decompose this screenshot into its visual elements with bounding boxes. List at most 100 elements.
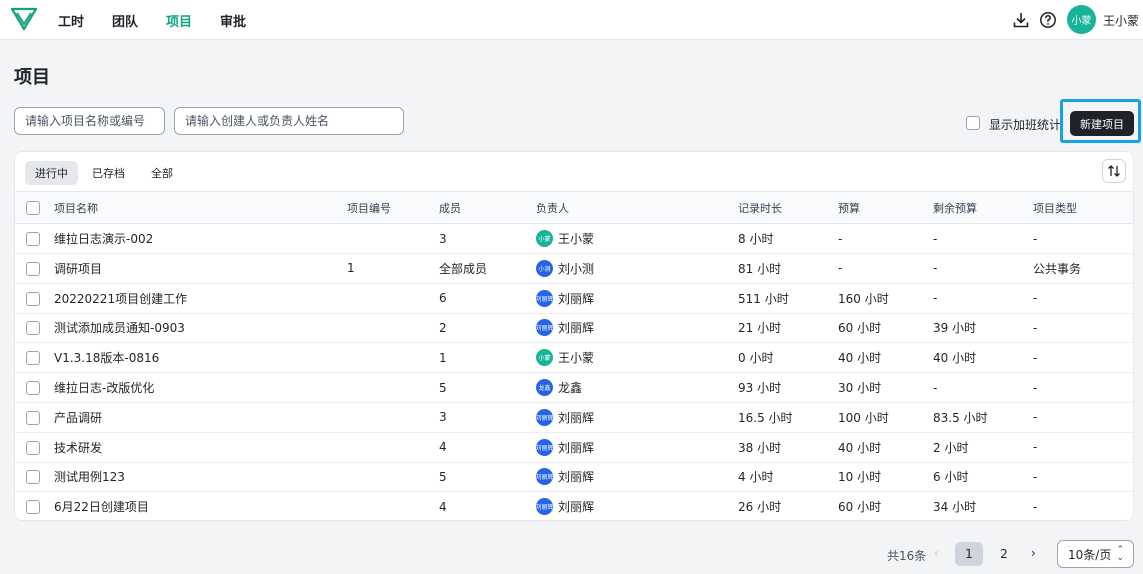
project-name[interactable]: 技术研发 — [54, 433, 102, 462]
project-type: - — [1033, 291, 1038, 306]
owner-name: 刘丽辉 — [558, 291, 595, 306]
col-header-type[interactable]: 项目类型 — [1033, 192, 1077, 223]
row-checkbox[interactable] — [26, 440, 40, 455]
nav-item-timesheet[interactable]: 工时 — [58, 11, 84, 30]
row-checkbox[interactable] — [26, 381, 40, 395]
row-checkbox[interactable] — [26, 261, 40, 276]
project-name[interactable]: 测试用例123 — [54, 462, 125, 491]
tab-archived[interactable]: 已存档 — [86, 161, 131, 185]
project-budget: 30 小时 — [838, 381, 882, 395]
table-header: 项目名称 项目编号 成员 负责人 记录时长 预算 剩余预算 项目类型 — [15, 191, 1133, 224]
table-row[interactable]: 测试添加成员通知-0903 2 刘丽辉 刘丽辉 21 小时 60 小时 39 小时 - — [15, 313, 1133, 344]
table-row[interactable]: 测试用例123 5 刘丽辉 刘丽辉 4 小时 10 小时 6 小时 - — [15, 462, 1133, 493]
project-budget: 160 小时 — [838, 291, 889, 306]
download-icon[interactable] — [1012, 11, 1030, 29]
project-name[interactable]: 产品调研 — [54, 403, 102, 432]
overtime-checkbox[interactable] — [966, 116, 980, 130]
col-header-remaining[interactable]: 剩余预算 — [933, 192, 977, 223]
table-row[interactable]: 维拉日志-改版优化 5 龙鑫 龙鑫 93 小时 30 小时 - - — [15, 373, 1133, 403]
project-members: 4 — [439, 440, 447, 455]
row-checkbox[interactable] — [26, 232, 40, 246]
project-name[interactable]: V1.3.18版本-0816 — [54, 343, 159, 372]
project-duration: 81 小时 — [738, 261, 782, 276]
project-type: - — [1033, 440, 1038, 455]
project-remaining: 2 小时 — [933, 440, 969, 455]
owner-avatar: 小蒙 — [536, 349, 553, 367]
project-name[interactable]: 调研项目 — [54, 254, 102, 283]
project-remaining: 83.5 小时 — [933, 410, 988, 425]
row-checkbox[interactable] — [26, 410, 40, 425]
table-row[interactable]: 6月22日创建项目 4 刘丽辉 刘丽辉 26 小时 60 小时 34 小时 - — [15, 492, 1133, 520]
user-avatar[interactable]: 小蒙 — [1067, 5, 1096, 34]
row-checkbox[interactable] — [26, 351, 40, 366]
user-name[interactable]: 王小蒙 — [1103, 12, 1139, 29]
app-logo-icon[interactable] — [11, 7, 37, 31]
project-duration: 16.5 小时 — [738, 410, 793, 425]
project-owner: 小蒙 王小蒙 — [536, 224, 594, 253]
row-checkbox[interactable] — [26, 291, 40, 306]
row-checkbox[interactable] — [26, 321, 40, 336]
col-header-name[interactable]: 项目名称 — [54, 192, 98, 223]
table-row[interactable]: 产品调研 3 刘丽辉 刘丽辉 16.5 小时 100 小时 83.5 小时 - — [15, 403, 1133, 433]
row-checkbox[interactable] — [26, 470, 40, 485]
owner-avatar: 刘丽辉 — [536, 289, 553, 307]
page-button-1[interactable]: 1 — [955, 542, 983, 566]
table-row[interactable]: 20220221项目创建工作 6 刘丽辉 刘丽辉 511 小时 160 小时 - - — [15, 284, 1133, 314]
table-row[interactable]: V1.3.18版本-0816 1 小蒙 王小蒙 0 小时 40 小时 40 小时 - — [15, 343, 1133, 374]
nav-item-approval[interactable]: 审批 — [220, 11, 246, 30]
project-type: - — [1033, 231, 1038, 246]
tab-all[interactable]: 全部 — [143, 161, 181, 185]
project-type: - — [1033, 380, 1038, 395]
nav-item-team[interactable]: 团队 — [112, 11, 138, 30]
prev-page-icon[interactable]: ‹ — [934, 546, 939, 560]
table-row[interactable]: 维拉日志演示-002 3 小蒙 王小蒙 8 小时 - - - — [15, 224, 1133, 254]
project-members: 5 — [439, 469, 447, 484]
select-all-checkbox[interactable] — [26, 201, 40, 215]
table-row[interactable]: 技术研发 4 刘丽辉 刘丽辉 38 小时 40 小时 2 小时 - — [15, 433, 1133, 463]
row-checkbox[interactable] — [26, 500, 40, 515]
project-type: 公共事务 — [1033, 261, 1082, 276]
col-header-budget[interactable]: 预算 — [838, 192, 860, 223]
project-name[interactable]: 20220221项目创建工作 — [54, 284, 187, 313]
tab-in-progress[interactable]: 进行中 — [25, 161, 78, 185]
project-owner: 龙鑫 龙鑫 — [536, 373, 582, 402]
project-owner: 刘丽辉 刘丽辉 — [536, 492, 595, 520]
page-size-select[interactable]: 10条/页 ⌃ ⌄ — [1057, 540, 1134, 568]
new-project-button[interactable]: 新建项目 — [1070, 111, 1134, 136]
col-header-members[interactable]: 成员 — [439, 192, 461, 223]
project-duration: 93 小时 — [738, 381, 782, 395]
project-duration: 511 小时 — [738, 291, 789, 306]
person-search-input[interactable] — [174, 107, 404, 135]
project-members: 2 — [439, 320, 447, 335]
next-page-icon[interactable]: › — [1031, 546, 1036, 560]
col-header-code[interactable]: 项目编号 — [347, 192, 391, 223]
nav-item-projects[interactable]: 项目 — [166, 11, 192, 30]
project-name[interactable]: 维拉日志演示-002 — [54, 224, 153, 253]
project-members: 4 — [439, 499, 447, 514]
sort-button[interactable] — [1102, 159, 1126, 183]
project-type: - — [1033, 499, 1038, 514]
project-name[interactable]: 6月22日创建项目 — [54, 492, 149, 520]
page-title: 项目 — [14, 67, 50, 88]
table-row[interactable]: 调研项目 1 全部成员 小测 刘小测 81 小时 - - 公共事务 — [15, 254, 1133, 284]
overtime-label[interactable]: 显示加班统计 — [989, 116, 1061, 133]
total-count: 共16条 — [887, 549, 927, 563]
help-icon[interactable] — [1039, 11, 1057, 29]
owner-avatar: 刘丽辉 — [536, 319, 553, 337]
project-code: 1 — [347, 261, 355, 276]
project-duration: 26 小时 — [738, 500, 782, 515]
owner-avatar: 刘丽辉 — [536, 438, 553, 456]
project-name[interactable]: 测试添加成员通知-0903 — [54, 313, 185, 342]
col-header-duration[interactable]: 记录时长 — [738, 192, 782, 223]
project-remaining: 40 小时 — [933, 351, 977, 366]
project-name[interactable]: 维拉日志-改版优化 — [54, 373, 154, 402]
project-duration: 8 小时 — [738, 232, 774, 246]
owner-name: 刘丽辉 — [558, 500, 595, 515]
owner-name: 刘小测 — [558, 261, 595, 276]
project-search-input[interactable] — [14, 107, 165, 135]
project-members: 1 — [439, 350, 447, 365]
project-duration: 21 小时 — [738, 321, 782, 336]
col-header-owner[interactable]: 负责人 — [536, 192, 569, 223]
project-budget: 40 小时 — [838, 440, 882, 455]
page-button-2[interactable]: 2 — [990, 542, 1018, 566]
